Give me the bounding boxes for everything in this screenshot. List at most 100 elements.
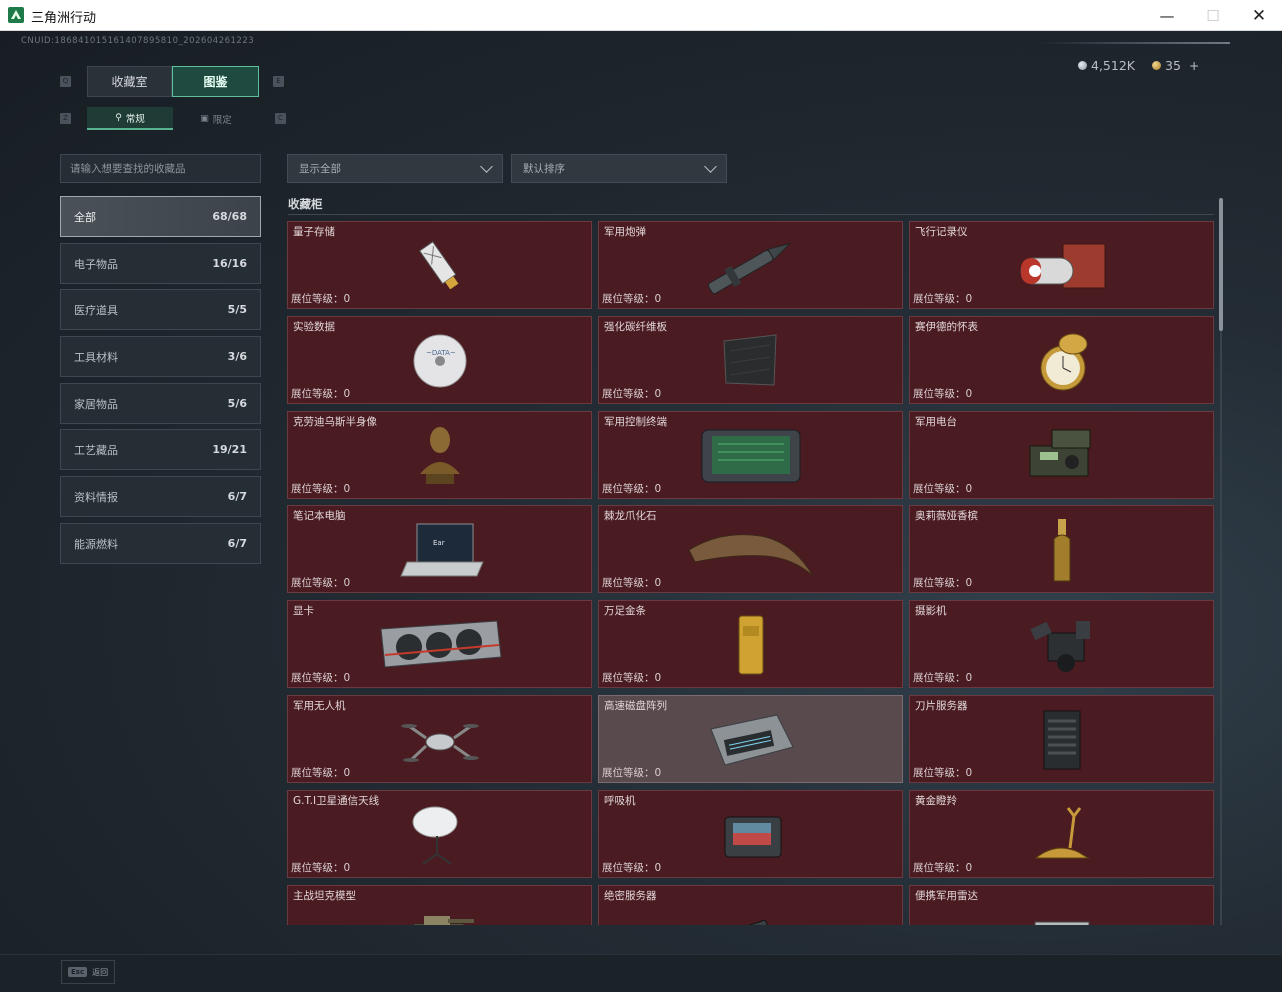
tab-collection-room[interactable]: 收藏室 — [87, 66, 172, 97]
tank-model-icon — [370, 893, 510, 925]
card-level: 展位等级：0 — [913, 293, 973, 305]
card-title: 强化碳纤维板 — [604, 321, 667, 333]
champagne-icon — [992, 513, 1132, 587]
key-hint-q: Q — [60, 76, 71, 87]
sort-dropdown[interactable]: 默认排序 — [511, 154, 727, 183]
card-level: 展位等级：0 — [602, 672, 662, 684]
card-level: 展位等级：0 — [291, 577, 351, 589]
collection-card[interactable]: 克劳迪乌斯半身像 展位等级：0 — [287, 411, 592, 499]
category-label: 工艺藏品 — [74, 443, 118, 457]
category-item[interactable]: 资料情报 6/7 — [60, 476, 261, 517]
collection-card[interactable]: 万足金条 展位等级：0 — [598, 600, 903, 688]
header-decoration — [1040, 42, 1230, 44]
collection-grid: 量子存储 展位等级：0 军用炮弹 展位等级：0 飞行记录仪 展位等级：0 实验数据 ~DATA… — [287, 221, 1215, 925]
filter-dropdown-value: 显示全部 — [299, 163, 341, 175]
search-input[interactable]: 请输入想要查找的收藏品 — [60, 154, 261, 183]
collection-card[interactable]: 量子存储展位等级：0 — [287, 221, 592, 309]
chevron-down-icon — [704, 159, 717, 173]
scrollbar-thumb[interactable] — [1219, 198, 1223, 331]
collection-card[interactable]: 刀片服务器 展位等级：0 — [909, 695, 1214, 783]
collection-card[interactable]: 摄影机 展位等级：0 — [909, 600, 1214, 688]
tab-catalog[interactable]: 图鉴 — [172, 66, 259, 97]
category-item[interactable]: 能源燃料 6/7 — [60, 523, 261, 564]
collection-card[interactable]: G.T.I卫星通信天线 展位等级：0 — [287, 790, 592, 878]
collection-card[interactable]: 军用电台 展位等级：0 — [909, 411, 1214, 499]
satellite-dish-icon — [370, 798, 510, 872]
tab-regular-label: 常规 — [125, 113, 145, 125]
collection-card[interactable]: 飞行记录仪 展位等级：0 — [909, 221, 1214, 309]
card-title: 军用无人机 — [293, 700, 346, 712]
control-terminal-icon — [681, 419, 821, 493]
silver-coin-icon — [1078, 61, 1087, 70]
collection-card[interactable]: 绝密服务器展位等级：0 — [598, 885, 903, 925]
add-currency-button[interactable]: + — [1189, 58, 1199, 73]
category-count: 5/6 — [227, 397, 247, 410]
card-level: 展位等级：0 — [602, 483, 662, 495]
category-item[interactable]: 家居物品 5/6 — [60, 383, 261, 424]
artillery-shell-icon — [681, 229, 821, 303]
bottom-bar — [0, 954, 1282, 992]
category-label: 工具材料 — [74, 350, 118, 364]
collection-card[interactable]: 主战坦克模型展位等级：0 — [287, 885, 592, 925]
category-item[interactable]: 工艺藏品 19/21 — [60, 429, 261, 470]
category-count: 16/16 — [212, 257, 247, 270]
gold-gazelle-icon — [992, 798, 1132, 872]
radar-icon — [992, 893, 1132, 925]
minimize-button[interactable]: — — [1144, 0, 1190, 31]
close-button[interactable]: ✕ — [1236, 0, 1282, 31]
collection-card[interactable]: 强化碳纤维板 展位等级：0 — [598, 316, 903, 404]
card-title: 黄金瞪羚 — [915, 795, 957, 807]
collection-card[interactable]: 军用控制终端 展位等级：0 — [598, 411, 903, 499]
window-title: 三角洲行动 — [31, 11, 97, 26]
category-label: 家居物品 — [74, 397, 118, 411]
card-title: 军用炮弹 — [604, 226, 646, 238]
card-level: 展位等级：0 — [291, 672, 351, 684]
esc-key-hint: Esc — [68, 967, 88, 977]
collection-card[interactable]: 黄金瞪羚 展位等级：0 — [909, 790, 1214, 878]
tab-limited-label: 限定 — [212, 114, 232, 126]
collection-card[interactable]: 呼吸机 展位等级：0 — [598, 790, 903, 878]
category-count: 19/21 — [212, 443, 247, 456]
gold-coin-icon — [1152, 61, 1161, 70]
collection-card[interactable]: 实验数据 ~DATA~ 展位等级：0 — [287, 316, 592, 404]
maximize-button[interactable]: ☐ — [1190, 0, 1236, 31]
tab-regular[interactable]: ⚲ 常规 — [87, 107, 173, 130]
card-level: 展位等级：0 — [602, 862, 662, 874]
category-label: 医疗道具 — [74, 303, 118, 317]
card-title: 笔记本电脑 — [293, 510, 346, 522]
back-button[interactable]: Esc 返回 — [61, 960, 115, 984]
gold-bar-icon — [681, 608, 821, 682]
collection-card[interactable]: 军用炮弹 展位等级：0 — [598, 221, 903, 309]
window-titlebar: 三角洲行动 — ☐ ✕ — [0, 0, 1282, 31]
collection-card[interactable]: 便携军用雷达展位等级：0 — [909, 885, 1214, 925]
disk-array-icon — [681, 703, 821, 777]
card-title: 刀片服务器 — [915, 700, 968, 712]
gold-currency[interactable]: 35 + — [1152, 58, 1199, 73]
collection-card[interactable]: 显卡 展位等级：0 — [287, 600, 592, 688]
card-title: 棘龙爪化石 — [604, 510, 657, 522]
tab-limited[interactable]: ▣ 限定 — [173, 107, 259, 130]
gold-amount: 35 — [1165, 58, 1181, 73]
category-item[interactable]: 工具材料 3/6 — [60, 336, 261, 377]
filter-dropdown[interactable]: 显示全部 — [287, 154, 503, 183]
collection-card[interactable]: 笔记本电脑 Ear 展位等级：0 — [287, 505, 592, 593]
category-count: 5/5 — [227, 303, 247, 316]
card-title: 赛伊德的怀表 — [915, 321, 978, 333]
category-label: 资料情报 — [74, 490, 118, 504]
card-level: 展位等级：0 — [602, 577, 662, 589]
collection-card[interactable]: 赛伊德的怀表 展位等级：0 — [909, 316, 1214, 404]
svg-text:Ear: Ear — [433, 539, 445, 547]
collection-card[interactable]: 奥莉薇娅香槟 展位等级：0 — [909, 505, 1214, 593]
card-title: 便携军用雷达 — [915, 890, 978, 902]
card-level: 展位等级：0 — [602, 767, 662, 779]
carbon-plate-icon — [681, 324, 821, 398]
collection-card[interactable]: 高速磁盘阵列 展位等级：0 — [598, 695, 903, 783]
collection-card[interactable]: 棘龙爪化石展位等级：0 — [598, 505, 903, 593]
category-item[interactable]: 全部 68/68 — [60, 196, 261, 237]
card-level: 展位等级：0 — [291, 293, 351, 305]
category-item[interactable]: 医疗道具 5/5 — [60, 289, 261, 330]
card-title: 量子存储 — [293, 226, 335, 238]
collection-card[interactable]: 军用无人机 展位等级：0 — [287, 695, 592, 783]
category-item[interactable]: 电子物品 16/16 — [60, 243, 261, 284]
card-title: 摄影机 — [915, 605, 947, 617]
